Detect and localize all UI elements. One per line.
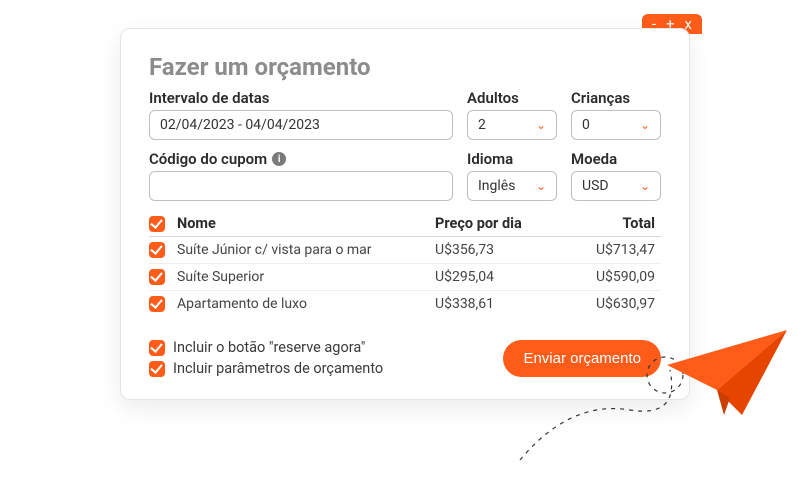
rooms-table: Nome Preço por dia Total Suíte Júnior c/… (149, 215, 661, 317)
coupon-label: Código do cupom i (149, 150, 453, 168)
col-price-header: Preço por dia (435, 215, 555, 232)
select-all-checkbox[interactable] (149, 216, 165, 232)
room-price: U$338,61 (435, 296, 555, 312)
row-checkbox[interactable] (149, 296, 165, 312)
room-name: Apartamento de luxo (177, 296, 429, 312)
date-range-value: 02/04/2023 - 04/04/2023 (160, 117, 320, 133)
language-select[interactable]: Inglês ⌄ (467, 171, 557, 201)
room-price: U$295,04 (435, 269, 555, 285)
page-title: Fazer um orçamento (149, 53, 661, 81)
children-label: Crianças (571, 89, 661, 107)
include-book-now-label: Incluir o botão "reserve agora" (173, 339, 365, 356)
room-total: U$630,97 (561, 296, 661, 312)
include-book-now-checkbox[interactable] (149, 340, 165, 356)
adults-select[interactable]: 2 ⌄ (467, 110, 557, 140)
chevron-down-icon: ⌄ (536, 179, 546, 193)
date-range-input[interactable]: 02/04/2023 - 04/04/2023 (149, 110, 453, 140)
include-params-checkbox[interactable] (149, 361, 165, 377)
include-params-option[interactable]: Incluir parâmetros de orçamento (149, 360, 383, 377)
coupon-label-text: Código do cupom (149, 150, 267, 168)
quote-window: Fazer um orçamento Intervalo de datas 02… (120, 28, 690, 400)
date-range-label: Intervalo de datas (149, 89, 453, 107)
include-params-label: Incluir parâmetros de orçamento (173, 360, 383, 377)
currency-value: USD (582, 178, 609, 194)
room-total: U$713,47 (561, 242, 661, 258)
table-row: Suíte Júnior c/ vista para o mar U$356,7… (149, 237, 661, 264)
room-price: U$356,73 (435, 242, 555, 258)
info-icon[interactable]: i (272, 152, 286, 166)
paper-plane-icon (662, 320, 792, 430)
room-name: Suíte Júnior c/ vista para o mar (177, 242, 429, 258)
language-label: Idioma (467, 150, 557, 168)
row-checkbox[interactable] (149, 242, 165, 258)
currency-label: Moeda (571, 150, 661, 168)
children-select[interactable]: 0 ⌄ (571, 110, 661, 140)
include-book-now-option[interactable]: Incluir o botão "reserve agora" (149, 339, 383, 356)
col-total-header: Total (561, 215, 661, 232)
adults-value: 2 (478, 117, 486, 133)
row-checkbox[interactable] (149, 269, 165, 285)
room-name: Suíte Superior (177, 269, 429, 285)
chevron-down-icon: ⌄ (640, 118, 650, 132)
coupon-input[interactable] (149, 171, 453, 201)
chevron-down-icon: ⌄ (640, 179, 650, 193)
col-name-header: Nome (177, 215, 429, 232)
table-row: Apartamento de luxo U$338,61 U$630,97 (149, 291, 661, 317)
table-row: Suíte Superior U$295,04 U$590,09 (149, 264, 661, 291)
send-quote-button[interactable]: Enviar orçamento (503, 340, 661, 377)
chevron-down-icon: ⌄ (536, 118, 546, 132)
currency-select[interactable]: USD ⌄ (571, 171, 661, 201)
room-total: U$590,09 (561, 269, 661, 285)
adults-label: Adultos (467, 89, 557, 107)
children-value: 0 (582, 117, 590, 133)
language-value: Inglês (478, 178, 515, 194)
